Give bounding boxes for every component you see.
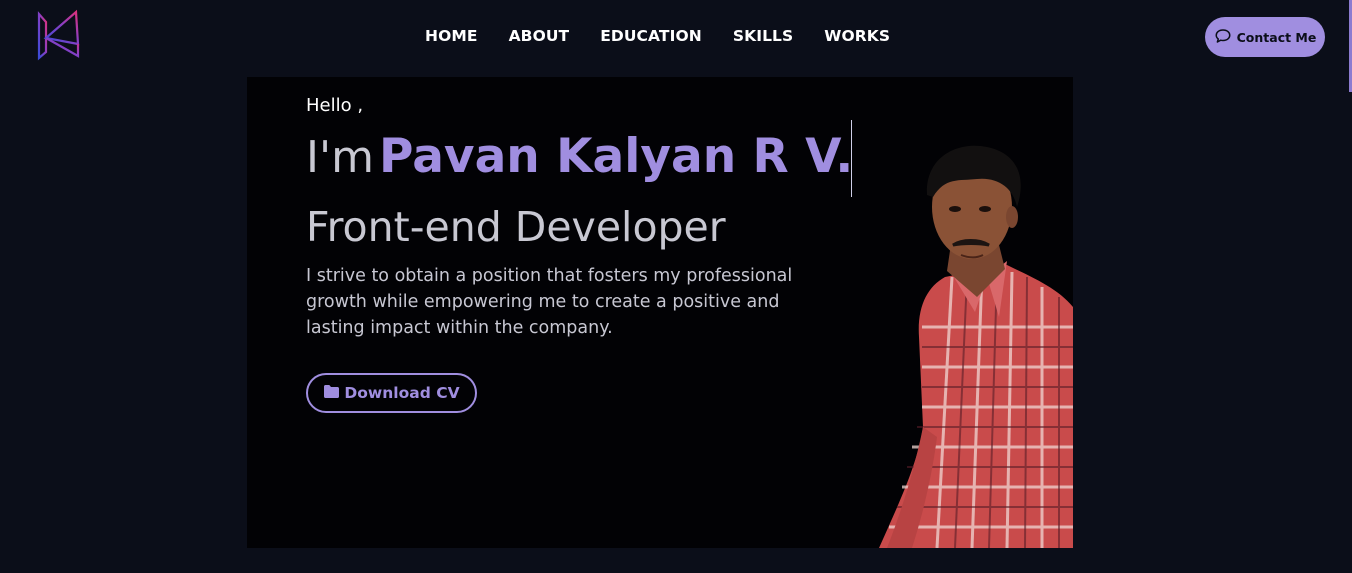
nav-about[interactable]: ABOUT [509, 26, 570, 46]
contact-me-button[interactable]: Contact Me [1205, 17, 1325, 57]
k-logo-icon[interactable] [36, 8, 82, 64]
folder-icon [323, 384, 340, 403]
contact-me-label: Contact Me [1236, 29, 1317, 45]
chat-bubble-icon [1214, 27, 1232, 48]
intro-prefix: I'm [306, 132, 374, 183]
download-cv-button[interactable]: Download CV [306, 373, 477, 413]
profile-photo [867, 137, 1073, 548]
download-cv-label: Download CV [344, 384, 460, 402]
main-nav: HOME ABOUT EDUCATION SKILLS WORKS [425, 26, 921, 46]
typing-cursor [851, 120, 852, 197]
greeting: Hello , [306, 95, 364, 116]
developer-name: Pavan Kalyan R V. [379, 129, 854, 184]
nav-education[interactable]: EDUCATION [600, 26, 702, 46]
nav-skills[interactable]: SKILLS [733, 26, 793, 46]
intro-heading: I'm Pavan Kalyan R V. [306, 129, 853, 184]
portfolio-page: HOME ABOUT EDUCATION SKILLS WORKS Contac… [0, 0, 1352, 573]
nav-works[interactable]: WORKS [824, 26, 890, 46]
nav-home[interactable]: HOME [425, 26, 478, 46]
hero-description: I strive to obtain a position that foste… [306, 266, 793, 338]
role-title: Front-end Developer [306, 203, 726, 251]
hero-section: Hello , I'm Pavan Kalyan R V. Front-end … [247, 77, 1073, 548]
